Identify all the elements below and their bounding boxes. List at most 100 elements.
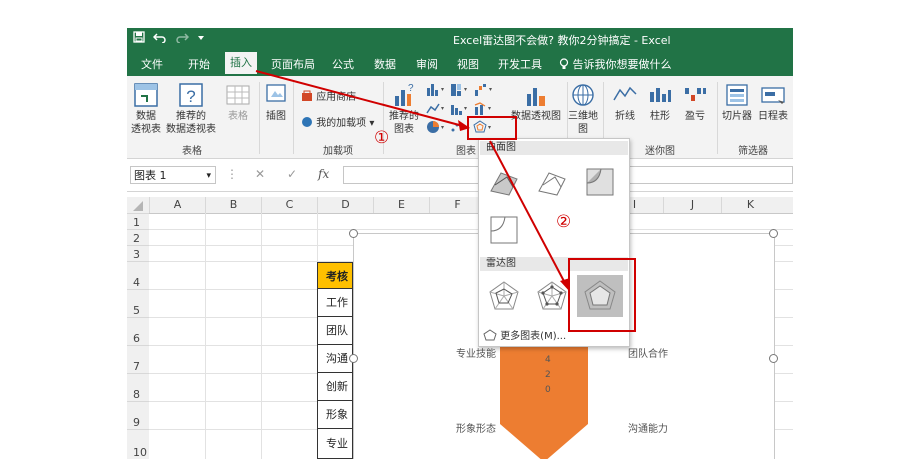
illustrations-button[interactable]: 插图 [261, 82, 291, 123]
redo-icon[interactable] [175, 31, 190, 46]
row-header-4[interactable]: 4 [127, 261, 149, 289]
radar-tick-label: 2 [545, 370, 551, 380]
column-header-e[interactable]: E [373, 197, 429, 213]
ribbon-separator [259, 82, 260, 154]
svg-text:?: ? [408, 83, 414, 94]
table-cell[interactable]: 专业 [317, 429, 353, 459]
pivot-table-button[interactable]: 数据 透视表 [129, 82, 163, 136]
line-chart-icon[interactable] [425, 101, 447, 115]
tab-home[interactable]: 开始 [188, 56, 210, 72]
addin-icon [302, 117, 312, 127]
contour-chart-option[interactable] [583, 165, 617, 199]
store-icon [302, 90, 312, 101]
ribbon-separator [293, 82, 294, 154]
app-store-button[interactable]: 应用商店 [301, 88, 356, 103]
column-header-k[interactable]: K [721, 197, 779, 213]
combo-chart-icon[interactable] [473, 101, 495, 115]
pie-chart-icon[interactable] [425, 120, 447, 134]
insert-function-icon[interactable]: fx [318, 167, 329, 181]
tab-page-layout[interactable]: 页面布局 [271, 56, 315, 72]
table-header-cell[interactable]: 考核 [317, 262, 353, 289]
row-header-5[interactable]: 5 [127, 289, 149, 317]
more-charts-link[interactable]: 更多图表(M)... [483, 327, 566, 342]
table-cell[interactable]: 形象 [317, 401, 353, 429]
tab-view[interactable]: 视图 [457, 56, 479, 72]
resize-handle[interactable] [349, 354, 358, 363]
timeline-button[interactable]: 日程表 [756, 82, 790, 123]
wireframe-contour-chart-option[interactable] [487, 213, 521, 247]
column-header-j[interactable]: J [663, 197, 721, 213]
tab-data[interactable]: 数据 [374, 56, 396, 72]
table-cell[interactable]: 工作 [317, 289, 353, 317]
resize-handle[interactable] [769, 229, 778, 238]
tab-formulas[interactable]: 公式 [332, 56, 354, 72]
column-header-c[interactable]: C [261, 197, 317, 213]
table-label: 表格 [228, 111, 248, 122]
radar-tick-label: 0 [545, 385, 551, 395]
radar-axis-label: 沟通能力 [628, 424, 668, 435]
column-header-d[interactable]: D [317, 197, 373, 213]
select-all-corner[interactable] [127, 197, 149, 213]
resize-handle[interactable] [349, 229, 358, 238]
step-1-marker: ① [374, 128, 390, 148]
table-cell[interactable]: 创新 [317, 373, 353, 401]
slicer-button[interactable]: 切片器 [720, 82, 754, 123]
column-header-f[interactable]: F [429, 197, 485, 213]
my-addins-button[interactable]: 我的加载项 ▾ [301, 114, 374, 129]
3d-map-button[interactable]: 三维地 图 [567, 82, 599, 136]
radar-chart-option[interactable] [487, 279, 521, 313]
3d-surface-chart-option[interactable] [487, 165, 521, 199]
recommended-charts-label: 推荐的 图表 [389, 111, 419, 135]
column-chart-icon[interactable] [425, 82, 447, 96]
row-header-2[interactable]: 2 [127, 229, 149, 245]
wireframe-surface-chart-option[interactable] [535, 165, 569, 199]
resize-handle[interactable] [769, 354, 778, 363]
group-sparklines-label: 迷你图 [645, 146, 675, 157]
pivot-chart-icon [527, 88, 545, 106]
filled-radar-highlight [568, 258, 636, 332]
tab-review[interactable]: 审阅 [416, 56, 438, 72]
row-header-10[interactable]: 10 [127, 429, 149, 459]
group-charts-label: 图表 [456, 146, 476, 157]
column-header-b[interactable]: B [205, 197, 261, 213]
tell-me-box[interactable]: 告诉我你想要做什么 [559, 56, 672, 72]
column-header-a[interactable]: A [149, 197, 205, 213]
customize-icon[interactable] [197, 31, 205, 46]
cancel-icon[interactable]: ✕ [255, 167, 265, 181]
save-icon[interactable] [133, 31, 145, 46]
statistic-chart-icon[interactable] [449, 101, 471, 115]
radar-axis-label: 专业技能 [456, 349, 496, 360]
sparkline-winloss-icon [685, 88, 706, 101]
radar-markers-chart-option[interactable] [535, 279, 569, 313]
table-cell[interactable]: 团队 [317, 317, 353, 345]
recommended-pivot-button[interactable]: ? 推荐的 数据透视表 [165, 82, 217, 136]
pivot-table-icon [134, 83, 158, 107]
chevron-down-icon[interactable]: ▾ [206, 167, 211, 185]
row-header-1[interactable]: 1 [127, 213, 149, 229]
enter-icon[interactable]: ✓ [287, 167, 297, 181]
undo-icon[interactable] [152, 31, 167, 46]
row-header-3[interactable]: 3 [127, 245, 149, 261]
tab-developer[interactable]: 开发工具 [498, 56, 542, 72]
excel-window: Excel雷达图不会做? 教你2分钟搞定 - Excel 文件 开始 插入 页面… [127, 28, 793, 459]
table-button[interactable]: 表格 [221, 82, 255, 123]
sparkline-winloss-button[interactable]: 盈亏 [680, 82, 710, 123]
tab-insert[interactable]: 插入 [225, 52, 257, 74]
row-header-7[interactable]: 7 [127, 345, 149, 373]
sparkline-line-button[interactable]: 折线 [610, 82, 640, 123]
waterfall-chart-icon[interactable] [473, 82, 495, 96]
row-header-9[interactable]: 9 [127, 401, 149, 429]
row-header-8[interactable]: 8 [127, 373, 149, 401]
row-header-6[interactable]: 6 [127, 317, 149, 345]
sparkline-column-button[interactable]: 柱形 [645, 82, 675, 123]
sparkline-column-icon [650, 88, 671, 102]
tab-file[interactable]: 文件 [141, 56, 163, 72]
formula-bar: 图表 1 ▾ ⋮ ✕ ✓ fx [127, 159, 793, 192]
step-2-marker: ② [556, 212, 572, 232]
hierarchy-chart-icon[interactable] [449, 82, 471, 96]
table-cell[interactable]: 沟通 [317, 345, 353, 373]
recommended-charts-button[interactable]: ? 推荐的 图表 [386, 82, 422, 136]
window-title: Excel雷达图不会做? 教你2分钟搞定 - Excel [453, 34, 671, 47]
ribbon-insert: 数据 透视表 ? 推荐的 数据透视表 表格 表格 插图 应用商店 我的加载项 ▾… [127, 76, 793, 159]
name-box[interactable]: 图表 1 ▾ [130, 166, 216, 184]
